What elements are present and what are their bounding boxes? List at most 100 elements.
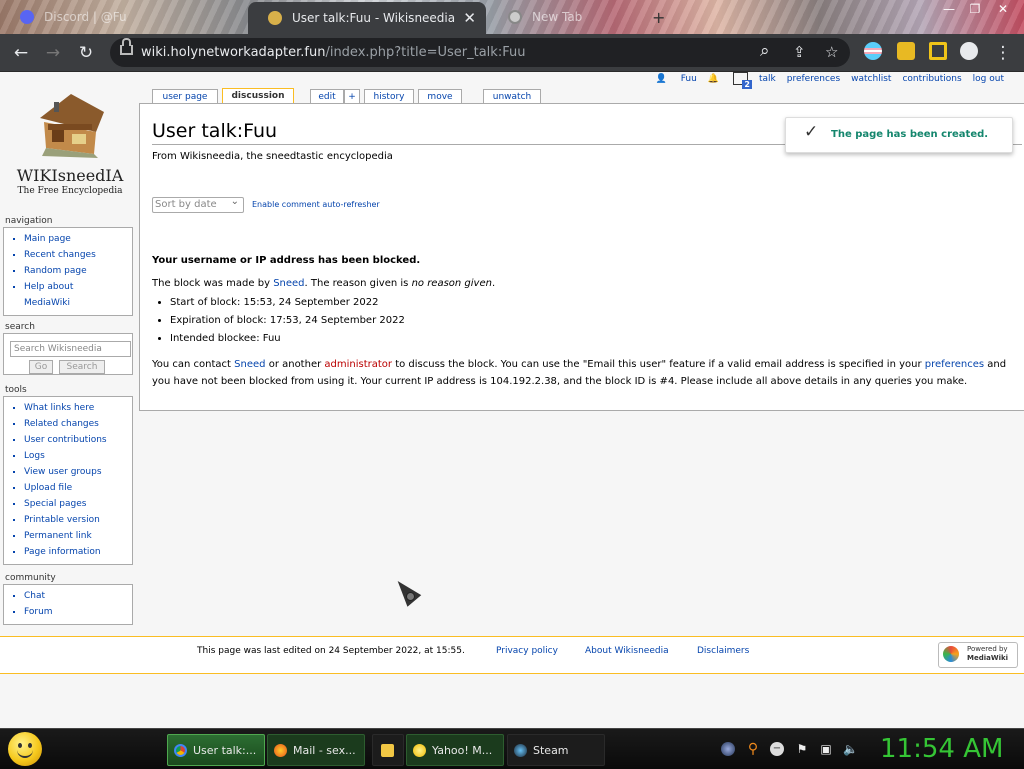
tool-what-links-here[interactable]: What links here	[24, 400, 132, 416]
browser-tab-active[interactable]: User talk:Fuu - Wikisneedia ✕	[248, 2, 486, 34]
browser-menu-icon[interactable]: ⋮	[990, 40, 1016, 66]
block-expiration: Expiration of block: 17:53, 24 September…	[170, 312, 405, 330]
sneed-user-link[interactable]: Sneed	[273, 278, 304, 289]
task-label: Mail - sex...	[293, 743, 356, 757]
powered-by-mediawiki-badge[interactable]: Powered by MediaWiki	[938, 642, 1018, 668]
bookmark-star-icon[interactable]: ☆	[825, 43, 838, 61]
tab-discussion[interactable]: discussion	[222, 88, 294, 104]
page-created-notification[interactable]: ✓ The page has been created.	[785, 117, 1013, 153]
tool-logs[interactable]: Logs	[24, 448, 132, 464]
watchlist-link[interactable]: watchlist	[851, 74, 891, 84]
tools-portlet: What links here Related changes User con…	[3, 396, 133, 565]
tab-title: User talk:Fuu - Wikisneedia	[292, 11, 456, 25]
restore-icon[interactable]: ❐	[962, 2, 988, 16]
taskbar-clock[interactable]: 11:54 AM	[880, 734, 1003, 764]
search-tray-icon[interactable]: ⚲	[746, 742, 760, 756]
nav-random-page[interactable]: Random page	[24, 263, 132, 279]
tool-view-user-groups[interactable]: View user groups	[24, 464, 132, 480]
wiki-favicon-icon	[268, 11, 282, 25]
side-panel-icon[interactable]	[929, 42, 947, 60]
nav-recent-changes[interactable]: Recent changes	[24, 247, 132, 263]
close-window-icon[interactable]: ✕	[990, 2, 1016, 16]
extension-flag-icon[interactable]	[864, 42, 882, 60]
address-bar[interactable]: wiki.holynetworkadapter.fun/index.php?ti…	[110, 38, 850, 67]
zoom-icon[interactable]: ⌕	[760, 41, 770, 61]
task-steam[interactable]: Steam	[507, 734, 605, 766]
tab-user-page[interactable]: user page	[152, 89, 218, 104]
community-chat[interactable]: Chat	[24, 588, 132, 604]
community-portlet: Chat Forum	[3, 584, 133, 625]
task-chrome-window[interactable]: User talk:...	[167, 734, 265, 766]
block-made-by: The block was made by Sneed. The reason …	[152, 278, 496, 289]
page-footer: This page was last edited on 24 Septembe…	[0, 636, 1024, 674]
user-link[interactable]: 👤 Fuu	[656, 74, 697, 84]
block-contact-text: You can contact Sneed or another adminis…	[152, 359, 1007, 387]
tool-upload-file[interactable]: Upload file	[24, 480, 132, 496]
extensions-puzzle-icon[interactable]	[897, 42, 915, 60]
task-file-explorer[interactable]	[372, 734, 404, 766]
browser-tab-newtab[interactable]: New Tab	[488, 3, 648, 31]
volume-tray-icon[interactable]: 🔈	[843, 742, 858, 756]
smiley-tray-icon[interactable]: −	[770, 742, 784, 756]
search-button[interactable]: Search	[59, 360, 105, 374]
notifications-bell-icon[interactable]: 🔔	[708, 74, 719, 84]
privacy-policy-link[interactable]: Privacy policy	[496, 646, 558, 656]
tool-page-information[interactable]: Page information	[24, 544, 132, 560]
contributions-link[interactable]: contributions	[902, 74, 961, 84]
tab-title: Discord | @Fu	[44, 10, 127, 24]
close-tab-icon[interactable]: ✕	[463, 9, 476, 27]
nav-help[interactable]: Help about MediaWiki	[24, 279, 84, 311]
site-logo[interactable]: WIKIsneedIA The Free Encyclopedia	[6, 84, 134, 204]
forward-icon[interactable]: →	[40, 40, 66, 66]
tool-special-pages[interactable]: Special pages	[24, 496, 132, 512]
tab-add-section[interactable]: +	[344, 89, 360, 104]
sort-select[interactable]: Sort by date	[152, 195, 244, 213]
steam-tray-icon[interactable]	[721, 742, 735, 756]
about-link[interactable]: About Wikisneedia	[585, 646, 669, 656]
preferences-inline-link[interactable]: preferences	[925, 359, 984, 370]
talk-link[interactable]: talk	[759, 74, 776, 84]
administrator-link[interactable]: administrator	[324, 359, 392, 370]
reload-icon[interactable]: ↻	[73, 40, 99, 66]
minimize-icon[interactable]: —	[936, 2, 962, 16]
contact-sneed-link[interactable]: Sneed	[234, 359, 265, 370]
tool-user-contributions[interactable]: User contributions	[24, 432, 132, 448]
new-tab-button[interactable]: +	[652, 8, 665, 27]
browser-tab-discord[interactable]: Discord | @Fu	[0, 3, 248, 31]
discord-icon	[20, 10, 34, 24]
start-button-smiley-icon[interactable]	[8, 732, 42, 766]
task-mail-window[interactable]: Mail - sex...	[267, 734, 365, 766]
nav-main-page[interactable]: Main page	[24, 231, 132, 247]
powered-by-text: Powered by MediaWiki	[967, 645, 1009, 662]
search-input[interactable]: Search Wikisneedia	[10, 341, 131, 357]
notices-icon[interactable]: 2	[733, 72, 752, 89]
url-text[interactable]: wiki.holynetworkadapter.fun/index.php?ti…	[141, 45, 525, 60]
tab-edit[interactable]: edit	[310, 89, 344, 104]
notification-message: The page has been created.	[831, 129, 989, 140]
checkmark-icon: ✓	[804, 122, 819, 142]
logo-house-image	[40, 94, 104, 158]
tool-permanent-link[interactable]: Permanent link	[24, 528, 132, 544]
tool-printable-version[interactable]: Printable version	[24, 512, 132, 528]
tab-history[interactable]: history	[364, 89, 414, 104]
tab-unwatch[interactable]: unwatch	[483, 89, 541, 104]
tools-heading: tools	[5, 385, 27, 395]
community-forum[interactable]: Forum	[24, 604, 132, 620]
preferences-link[interactable]: preferences	[787, 74, 840, 84]
disclaimers-link[interactable]: Disclaimers	[697, 646, 749, 656]
task-yahoo-messenger[interactable]: Yahoo! M...	[406, 734, 504, 766]
go-button[interactable]: Go	[29, 360, 53, 374]
auto-refresher-link[interactable]: Enable comment auto-refresher	[252, 200, 380, 209]
network-tray-icon[interactable]: ▣	[819, 742, 833, 756]
tab-move[interactable]: move	[418, 89, 462, 104]
tool-related-changes[interactable]: Related changes	[24, 416, 132, 432]
profile-avatar-icon[interactable]	[960, 42, 978, 60]
logout-link[interactable]: log out	[973, 74, 1004, 84]
share-icon[interactable]: ⇪	[793, 43, 806, 61]
page-title: User talk:Fuu	[152, 120, 278, 142]
lock-icon[interactable]	[120, 38, 133, 55]
back-icon[interactable]: ←	[8, 40, 34, 66]
flag-tray-icon[interactable]: ⚑	[795, 742, 809, 756]
block-details-list: Start of block: 15:53, 24 September 2022…	[170, 294, 405, 348]
task-label: User talk:...	[193, 743, 257, 757]
